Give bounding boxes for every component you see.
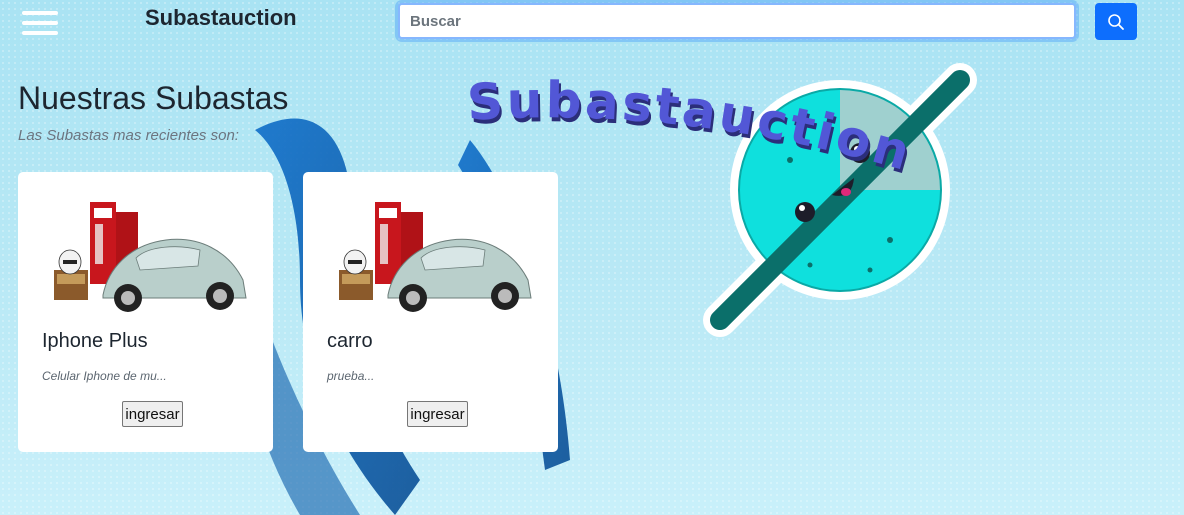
brand-title[interactable]: Subastauction (145, 5, 297, 31)
search-input[interactable] (398, 3, 1076, 39)
hamburger-icon-bar (22, 11, 58, 15)
menu-button[interactable] (22, 10, 58, 36)
card-description: prueba... (327, 369, 375, 383)
card-title: carro (327, 330, 373, 352)
search-icon (1108, 13, 1124, 30)
hamburger-icon-bar (22, 31, 58, 35)
hamburger-icon-bar (22, 21, 58, 25)
card-description: Celular Iphone de mu... (42, 369, 167, 383)
enter-auction-button[interactable]: ingresar (407, 401, 468, 427)
subastauction-logo: Subastauction Subastauction (466, 63, 977, 337)
auction-card: Iphone Plus Celular Iphone de mu... ingr… (18, 172, 273, 452)
card-title: Iphone Plus (42, 330, 148, 352)
enter-auction-button[interactable]: ingresar (122, 401, 183, 427)
search-button[interactable] (1095, 3, 1137, 40)
page-title: Nuestras Subastas (18, 80, 289, 116)
page-subtitle: Las Subastas mas recientes son: (18, 127, 239, 144)
product-image (54, 202, 247, 312)
